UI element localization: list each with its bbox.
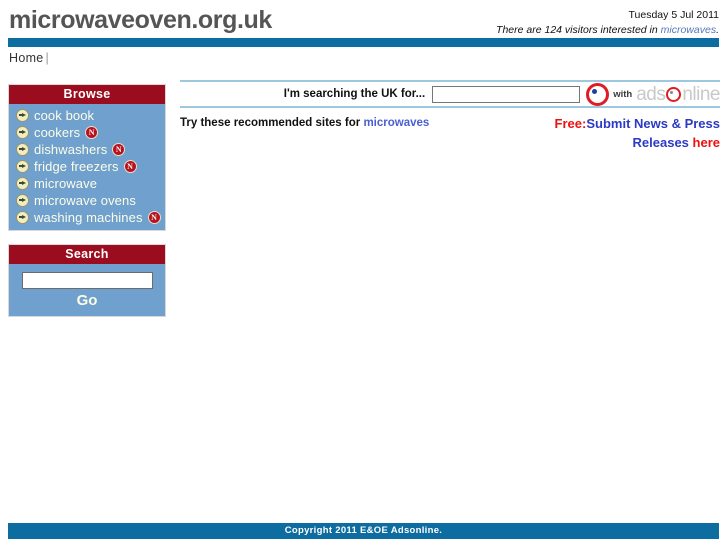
uk-search-input[interactable] [432,85,581,103]
sidebar-search-input[interactable] [21,272,153,289]
promo-here-link[interactable]: here [693,135,720,150]
submit-news-promo[interactable]: Free:Submit News & Press Releases here [555,114,720,152]
sidebar-item-washing-machines[interactable]: washing machines N [9,209,165,226]
sidebar-item-cookers[interactable]: cookers N [9,124,165,141]
sidebar-item-microwave-ovens[interactable]: microwave ovens [9,192,165,209]
promo-line-1: Free:Submit News & Press [555,114,720,133]
sidebar-item-fridge-freezers[interactable]: fridge freezers N [9,158,165,175]
visitor-count-text: There are 124 visitors interested in mic… [496,23,719,37]
arrow-right-icon [16,126,29,139]
new-badge-icon: N [85,126,99,139]
breadcrumb-separator: | [45,51,50,65]
brand-o-target-icon [666,86,682,102]
uk-search-bar: I'm searching the UK for... with ads nlin… [180,82,720,106]
sidebar-item-label: dishwashers [34,142,108,157]
brand-with-label: with [613,88,633,100]
breadcrumb-item-home[interactable]: Home [9,51,44,65]
search-panel: Search Go [8,244,166,317]
promo-submit-label: Submit News & Press [586,116,720,131]
sidebar-item-label: microwave [34,176,98,191]
browse-panel-title: Browse [9,85,165,104]
searchbar-bottom-divider [180,106,720,108]
sidebar-go-button[interactable]: Go [9,291,165,312]
search-panel-title: Search [9,245,165,264]
promo-releases-label: Releases [632,135,693,150]
browse-panel: Browse cook book cookers N dishwashers N… [8,84,166,231]
header-divider-bar [8,38,719,47]
arrow-right-icon [16,109,29,122]
current-date: Tuesday 5 Jul 2011 [628,9,719,21]
arrow-right-icon [16,143,29,156]
recommended-prefix: Try these recommended sites for [180,117,364,129]
uk-search-label: I'm searching the UK for... [283,88,426,100]
main-content: I'm searching the UK for... with ads nlin… [180,80,720,157]
new-badge-icon: N [123,160,137,173]
sidebar-item-label: microwave ovens [34,193,136,208]
brand-word-part1: ads [636,83,666,105]
breadcrumb: Home | [9,51,49,65]
site-title: microwaveoven.org.uk [9,6,272,34]
sidebar-item-microwave[interactable]: microwave [9,175,165,192]
new-badge-icon: N [147,211,161,224]
page-header: microwaveoven.org.uk Tuesday 5 Jul 2011 … [0,0,727,38]
footer-copyright: Copyright 2011 E&OE Adsonline. [8,523,719,539]
sidebar-item-label: washing machines [34,210,143,225]
sidebar: Browse cook book cookers N dishwashers N… [8,84,166,317]
promo-line-2: Releases here [555,133,720,152]
brand-word-part2: nline [682,83,720,105]
visitor-count-prefix: There are 124 visitors interested in [496,24,661,36]
promo-row: Try these recommended sites for microwav… [180,114,720,157]
adsonline-brand: with ads nline [586,82,720,106]
recommended-sites-text: Try these recommended sites for microwav… [180,117,429,129]
recommended-topic-link[interactable]: microwaves [363,117,429,129]
promo-free-label: Free: [554,116,587,131]
sidebar-item-dishwashers[interactable]: dishwashers N [9,141,165,158]
arrow-right-icon [16,211,29,224]
visitor-topic-link[interactable]: microwaves [661,24,716,36]
sidebar-item-label: fridge freezers [34,159,119,174]
target-icon [586,82,610,106]
arrow-right-icon [16,194,29,207]
sidebar-item-label: cookers [34,125,81,140]
sidebar-item-label: cook book [34,108,95,123]
arrow-right-icon [16,160,29,173]
sidebar-item-cook-book[interactable]: cook book [9,107,165,124]
new-badge-icon: N [112,143,126,156]
search-panel-body: Go [9,264,165,316]
header-meta: Tuesday 5 Jul 2011 There are 124 visitor… [496,8,719,37]
visitor-count-suffix: . [716,24,719,36]
browse-panel-body: cook book cookers N dishwashers N fridge… [9,104,165,230]
brand-wordmark: ads nline [636,85,720,104]
arrow-right-icon [16,177,29,190]
